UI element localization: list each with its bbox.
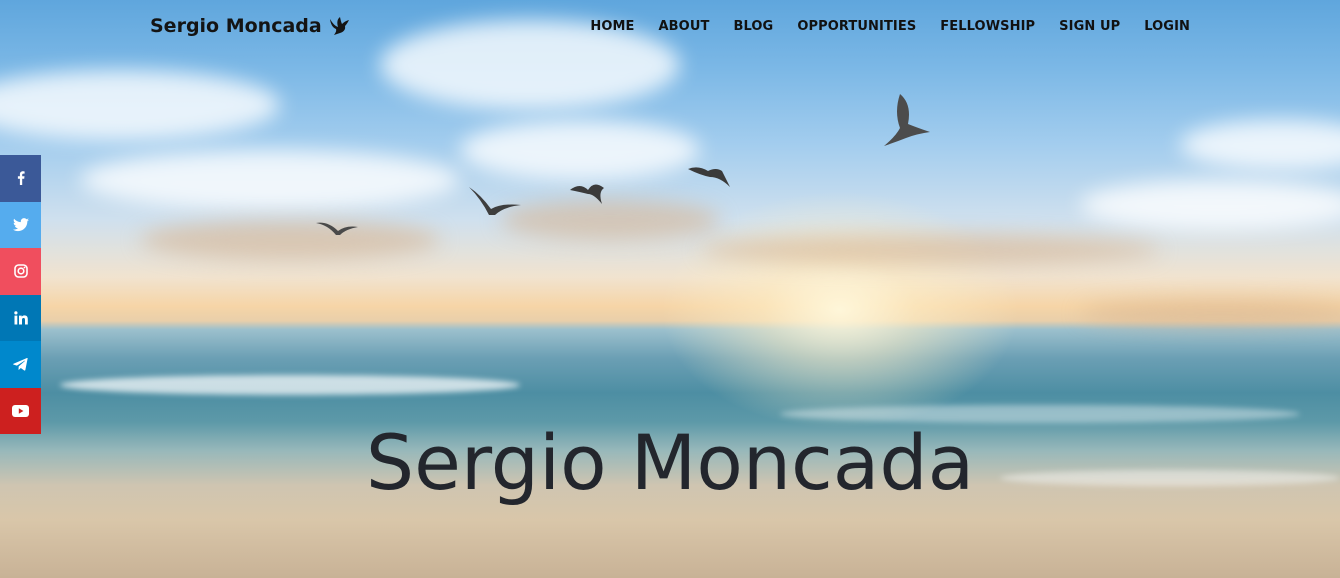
cloud bbox=[1080, 180, 1340, 230]
cloud bbox=[1080, 300, 1340, 326]
seagull-icon bbox=[469, 187, 521, 215]
nav-login[interactable]: LOGIN bbox=[1144, 19, 1190, 34]
youtube-icon bbox=[12, 404, 29, 417]
cloud bbox=[1180, 120, 1340, 170]
nav-about[interactable]: ABOUT bbox=[659, 19, 710, 34]
twitter-icon bbox=[12, 217, 29, 231]
seagull-icon bbox=[688, 167, 730, 187]
cloud bbox=[0, 70, 280, 140]
cloud bbox=[700, 235, 1160, 265]
nav-opportunities[interactable]: OPPORTUNITIES bbox=[797, 19, 916, 34]
facebook-icon bbox=[17, 171, 25, 186]
telegram-button[interactable] bbox=[0, 341, 41, 388]
seagull-icon bbox=[884, 94, 930, 146]
brand-name[interactable]: Sergio Moncada bbox=[150, 15, 322, 37]
twitter-button[interactable] bbox=[0, 201, 41, 248]
nav-blog[interactable]: BLOG bbox=[733, 19, 773, 34]
brand[interactable]: Sergio Moncada bbox=[150, 15, 350, 37]
main-nav: HOME ABOUT BLOG OPPORTUNITIES FELLOWSHIP… bbox=[590, 19, 1190, 34]
nav-fellowship[interactable]: FELLOWSHIP bbox=[940, 19, 1035, 34]
telegram-icon bbox=[13, 357, 28, 371]
nav-sign-up[interactable]: SIGN UP bbox=[1059, 19, 1120, 34]
seagull-icon bbox=[316, 222, 358, 235]
facebook-button[interactable] bbox=[0, 155, 41, 202]
seagull-icon bbox=[570, 184, 604, 204]
social-sidebar bbox=[0, 155, 41, 434]
hero-title: Sergio Moncada bbox=[365, 418, 975, 507]
instagram-icon bbox=[13, 264, 28, 279]
linkedin-button[interactable] bbox=[0, 294, 41, 341]
wave-foam bbox=[60, 375, 520, 395]
dove-icon bbox=[329, 17, 349, 35]
nav-home[interactable]: HOME bbox=[590, 19, 634, 34]
cloud bbox=[460, 120, 700, 180]
cloud bbox=[500, 200, 720, 240]
linkedin-icon bbox=[13, 311, 28, 325]
cloud bbox=[140, 220, 440, 260]
instagram-button[interactable] bbox=[0, 248, 41, 295]
cloud bbox=[80, 150, 460, 210]
